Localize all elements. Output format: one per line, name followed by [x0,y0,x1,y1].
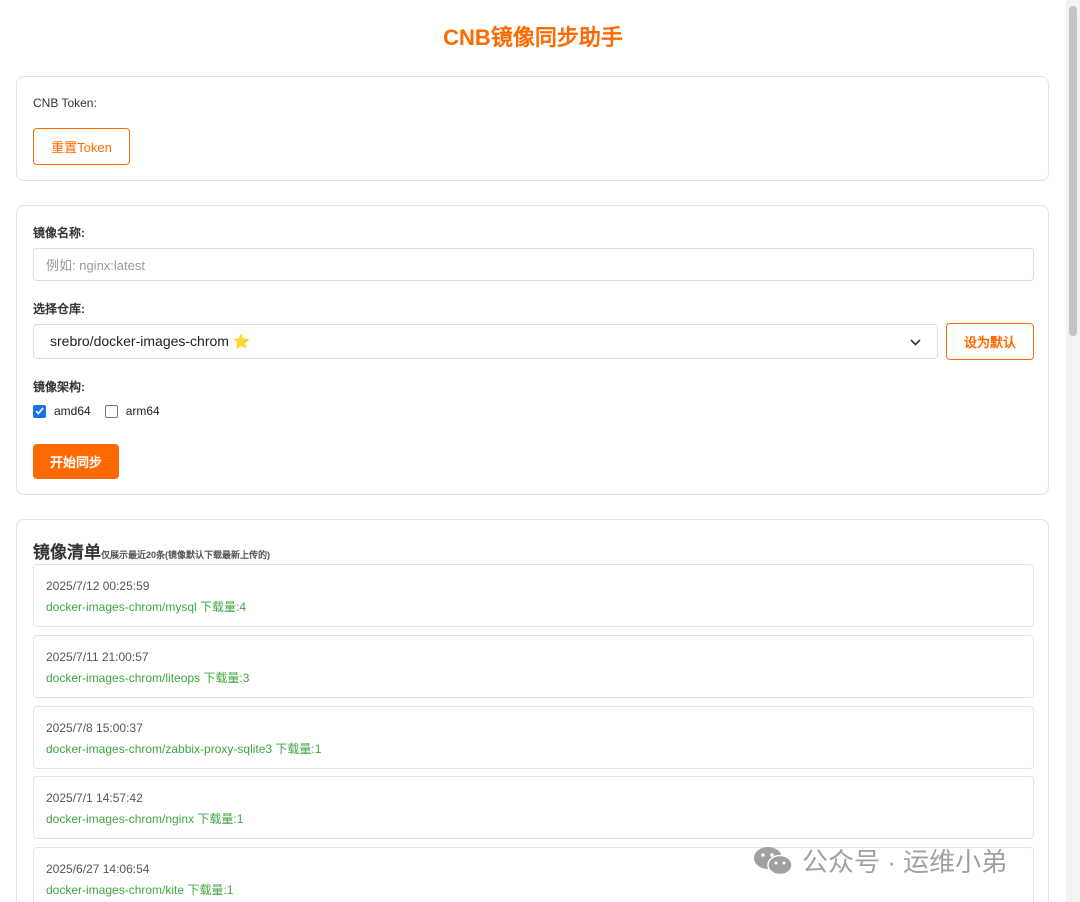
list-item[interactable]: 2025/7/8 15:00:37 docker-images-chrom/za… [33,706,1034,769]
item-time: 2025/7/11 21:00:57 [46,650,149,664]
item-name: docker-images-chrom/nginx 下载量:1 [46,812,244,826]
arch-arm64-label: arm64 [125,404,160,418]
item-name: docker-images-chrom/zabbix-proxy-sqlite3… [46,742,322,756]
repo-label: 选择仓库: [33,302,85,316]
page: CNB镜像同步助手 CNB Token: 重置Token 镜像名称: 例如: n… [0,0,1066,902]
item-name: docker-images-chrom/liteops 下载量:3 [46,671,250,685]
item-name: docker-images-chrom/kite 下载量:1 [46,883,234,897]
scrollbar[interactable] [1066,0,1080,902]
arch-label: 镜像架构: [33,380,85,394]
check-icon [35,407,44,415]
list-subtitle: 仅展示最近20条(镜像默认下载最新上传的) [101,550,271,560]
wechat-icon [754,846,793,875]
list-title: 镜像清单 [33,543,101,562]
watermark-text: 公众号 · 运维小弟 [802,847,1008,877]
image-name-placeholder: 例如: nginx:latest [46,258,145,273]
sync-form-card: 镜像名称: 例如: nginx:latest 选择仓库: srebro/dock… [16,205,1049,495]
image-name-label: 镜像名称: [33,226,85,240]
token-label: CNB Token: [33,96,97,110]
item-time: 2025/7/8 15:00:37 [46,721,143,735]
item-time: 2025/7/12 00:25:59 [46,579,150,593]
arch-options: amd64 arm64 [33,404,160,418]
arch-amd64-label: amd64 [54,404,91,418]
item-time: 2025/6/27 14:06:54 [46,862,150,876]
list-heading: 镜像清单 仅展示最近20条(镜像默认下载最新上传的) [33,538,270,563]
reset-token-button[interactable]: 重置Token [33,128,130,165]
item-time: 2025/7/1 14:57:42 [46,791,143,805]
list-item[interactable]: 2025/7/11 21:00:57 docker-images-chrom/l… [33,635,1034,698]
item-name: docker-images-chrom/mysql 下载量:4 [46,600,247,614]
chevron-down-icon [910,335,921,349]
list-item[interactable]: 2025/7/12 00:25:59 docker-images-chrom/m… [33,564,1034,627]
token-card: CNB Token: 重置Token [16,76,1049,181]
repo-select[interactable]: srebro/docker-images-chrom ⭐ [33,324,938,359]
page-title: CNB镜像同步助手 [443,25,623,50]
start-sync-button[interactable]: 开始同步 [33,444,119,479]
watermark: 公众号 · 运维小弟 [752,842,1007,879]
repo-selected-value: srebro/docker-images-chrom ⭐ [50,333,251,349]
image-name-input[interactable]: 例如: nginx:latest [33,248,1034,281]
set-default-button[interactable]: 设为默认 [946,323,1034,360]
arch-arm64-checkbox[interactable] [104,404,118,418]
arch-amd64-checkbox[interactable] [33,404,46,418]
scrollbar-thumb[interactable] [1069,6,1077,336]
list-item[interactable]: 2025/7/1 14:57:42 docker-images-chrom/ng… [33,776,1034,839]
